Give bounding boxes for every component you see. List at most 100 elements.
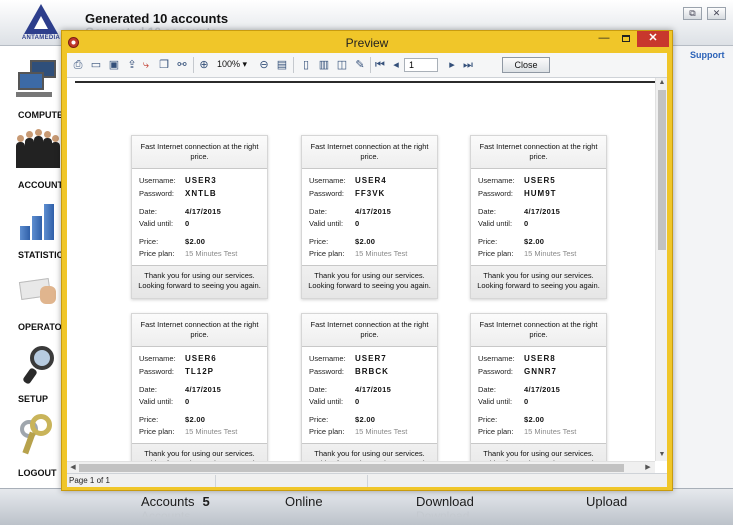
open-icon[interactable]: ▭	[89, 58, 103, 72]
preview-titlebar[interactable]: Preview — ✕	[62, 31, 672, 53]
voucher-label: Username:	[309, 176, 346, 185]
voucher-card: Fast Internet connection at the right pr…	[131, 313, 268, 473]
voucher-date: 4/17/2015	[355, 385, 392, 394]
scroll-left-icon[interactable]: ◀	[68, 462, 78, 473]
voucher-valid-until: 0	[185, 219, 190, 228]
copy-icon[interactable]: ❐	[157, 58, 171, 72]
scroll-down-icon[interactable]: ▼	[656, 450, 667, 460]
maximize-icon	[622, 35, 630, 42]
magnifier-icon	[22, 344, 58, 385]
voucher-row-username: Username: USER7	[309, 354, 431, 364]
single-page-icon[interactable]: ▯	[299, 58, 313, 72]
sidebar-item-label: SETUP	[18, 394, 49, 404]
voucher-header: Fast Internet connection at the right pr…	[302, 314, 437, 347]
voucher-label: Price:	[309, 237, 329, 246]
preview-close-button[interactable]: ✕	[637, 31, 669, 47]
restore-button[interactable]: ⧉	[683, 7, 702, 20]
voucher-label: Date:	[139, 207, 157, 216]
voucher-label: Valid until:	[478, 219, 513, 228]
voucher-label: Password:	[478, 367, 514, 376]
sidebar-item-statistics[interactable]: STATISTICS	[0, 190, 69, 260]
voucher-label: Username:	[478, 176, 515, 185]
voucher-password: GNNR7	[524, 367, 558, 376]
export-icon[interactable]: ⇪	[125, 58, 139, 72]
sidebar-item-logout[interactable]: LOGOUT	[0, 408, 64, 478]
horizontal-scrollbar[interactable]: ◀ ▶	[67, 461, 655, 473]
voucher-label: Date:	[478, 207, 496, 216]
voucher-label: Price plan:	[478, 249, 514, 258]
zoom-in-icon[interactable]: ⊕	[197, 58, 211, 72]
sidebar-item-operators[interactable]: OPERATORS	[0, 262, 74, 332]
prev-page-icon[interactable]: ◂	[389, 58, 403, 72]
voucher-footer: Thank you for using our services. Lookin…	[132, 265, 267, 298]
app-close-button[interactable]: ✕	[707, 7, 726, 20]
footer-accounts[interactable]: Accounts 5	[141, 494, 210, 509]
footer-upload[interactable]: Upload	[586, 494, 627, 509]
page-number-input[interactable]: 1	[404, 58, 438, 72]
status-separator	[215, 475, 216, 487]
voucher-row-price-plan: Price plan: 15 Minutes Test	[139, 249, 261, 259]
voucher-password: FF3VK	[355, 189, 386, 198]
voucher-label: Price:	[139, 415, 159, 424]
voucher-row-price: Price: $2.00	[478, 237, 600, 247]
fit-page-icon[interactable]: ▤	[275, 58, 289, 72]
scroll-right-icon[interactable]: ▶	[643, 462, 653, 473]
people-icon	[16, 124, 60, 168]
vertical-scroll-thumb[interactable]	[658, 90, 666, 250]
first-page-icon[interactable]: ⏮	[373, 58, 387, 72]
voucher-row-valid-until: Valid until: 0	[309, 397, 431, 407]
voucher-password: TL12P	[185, 367, 215, 376]
voucher-valid-until: 0	[185, 397, 190, 406]
preview-close-action-button[interactable]: Close	[502, 57, 550, 73]
voucher-price-plan: 15 Minutes Test	[185, 427, 238, 436]
voucher-label: Price:	[139, 237, 159, 246]
pdf-icon[interactable]: ⤷	[139, 58, 153, 72]
scroll-up-icon[interactable]: ▲	[656, 78, 667, 88]
voucher-date: 4/17/2015	[355, 207, 392, 216]
voucher-price: $2.00	[524, 237, 545, 246]
save-icon[interactable]: ▣	[107, 58, 121, 72]
voucher-label: Valid until:	[478, 397, 513, 406]
preview-body: ⎙ ▭ ▣ ⇪ ⤷ ❐ ⚯ ⊕ 100% ▾ ⊖ ▤ ▯ ▥ ◫ ✎ ⏮ ◂ 1…	[67, 53, 667, 487]
sidebar-item-accounts[interactable]: ACCOUNTS	[0, 120, 69, 190]
voucher-row-price: Price: $2.00	[139, 237, 261, 247]
edit-icon[interactable]: ✎	[353, 58, 367, 72]
maximize-button[interactable]	[615, 31, 637, 47]
horizontal-scroll-thumb[interactable]	[79, 464, 624, 472]
footer-download[interactable]: Download	[416, 494, 474, 509]
voucher-label: Date:	[309, 207, 327, 216]
sidebar-item-setup[interactable]: SETUP	[0, 334, 64, 404]
footer-online[interactable]: Online	[285, 494, 323, 509]
last-page-icon[interactable]: ⏭	[461, 58, 475, 72]
footer-accounts-label: Accounts	[141, 494, 195, 509]
vertical-scrollbar[interactable]: ▲ ▼	[655, 78, 667, 461]
voucher-label: Price plan:	[478, 427, 514, 436]
footer-download-reflection: Download	[416, 509, 470, 517]
zoom-select[interactable]: 100% ▾	[217, 59, 247, 70]
voucher-row-password: Password: FF3VK	[309, 189, 431, 199]
print-icon[interactable]: ⎙	[71, 58, 85, 72]
multi-page-icon[interactable]: ▥	[317, 58, 331, 72]
find-icon[interactable]: ⚯	[175, 58, 189, 72]
preview-statusbar: Page 1 of 1	[67, 473, 667, 487]
voucher-label: Username:	[139, 354, 176, 363]
voucher-row-password: Password: TL12P	[139, 367, 261, 377]
two-page-icon[interactable]: ◫	[335, 58, 349, 72]
sidebar-item-computers[interactable]: COMPUTERS	[0, 50, 76, 120]
voucher-row-username: Username: USER4	[309, 176, 431, 186]
report-canvas: Fast Internet connection at the right pr…	[67, 78, 667, 473]
voucher-password: BRBCK	[355, 367, 389, 376]
support-link[interactable]: Support	[690, 50, 725, 60]
voucher-label: Password:	[309, 189, 345, 198]
preview-window: Preview — ✕ ⎙ ▭ ▣ ⇪ ⤷ ❐ ⚯ ⊕ 100% ▾ ⊖ ▤ ▯…	[61, 30, 673, 491]
voucher-label: Valid until:	[139, 219, 174, 228]
computers-icon	[16, 58, 56, 98]
voucher-row-price: Price: $2.00	[309, 415, 431, 425]
voucher-label: Price plan:	[309, 249, 345, 258]
next-page-icon[interactable]: ▸	[445, 58, 459, 72]
voucher-label: Price:	[309, 415, 329, 424]
page-status: Page 1 of 1	[69, 476, 110, 485]
voucher-username: USER8	[524, 354, 556, 363]
zoom-out-icon[interactable]: ⊖	[257, 58, 271, 72]
minimize-button[interactable]: —	[593, 31, 615, 47]
